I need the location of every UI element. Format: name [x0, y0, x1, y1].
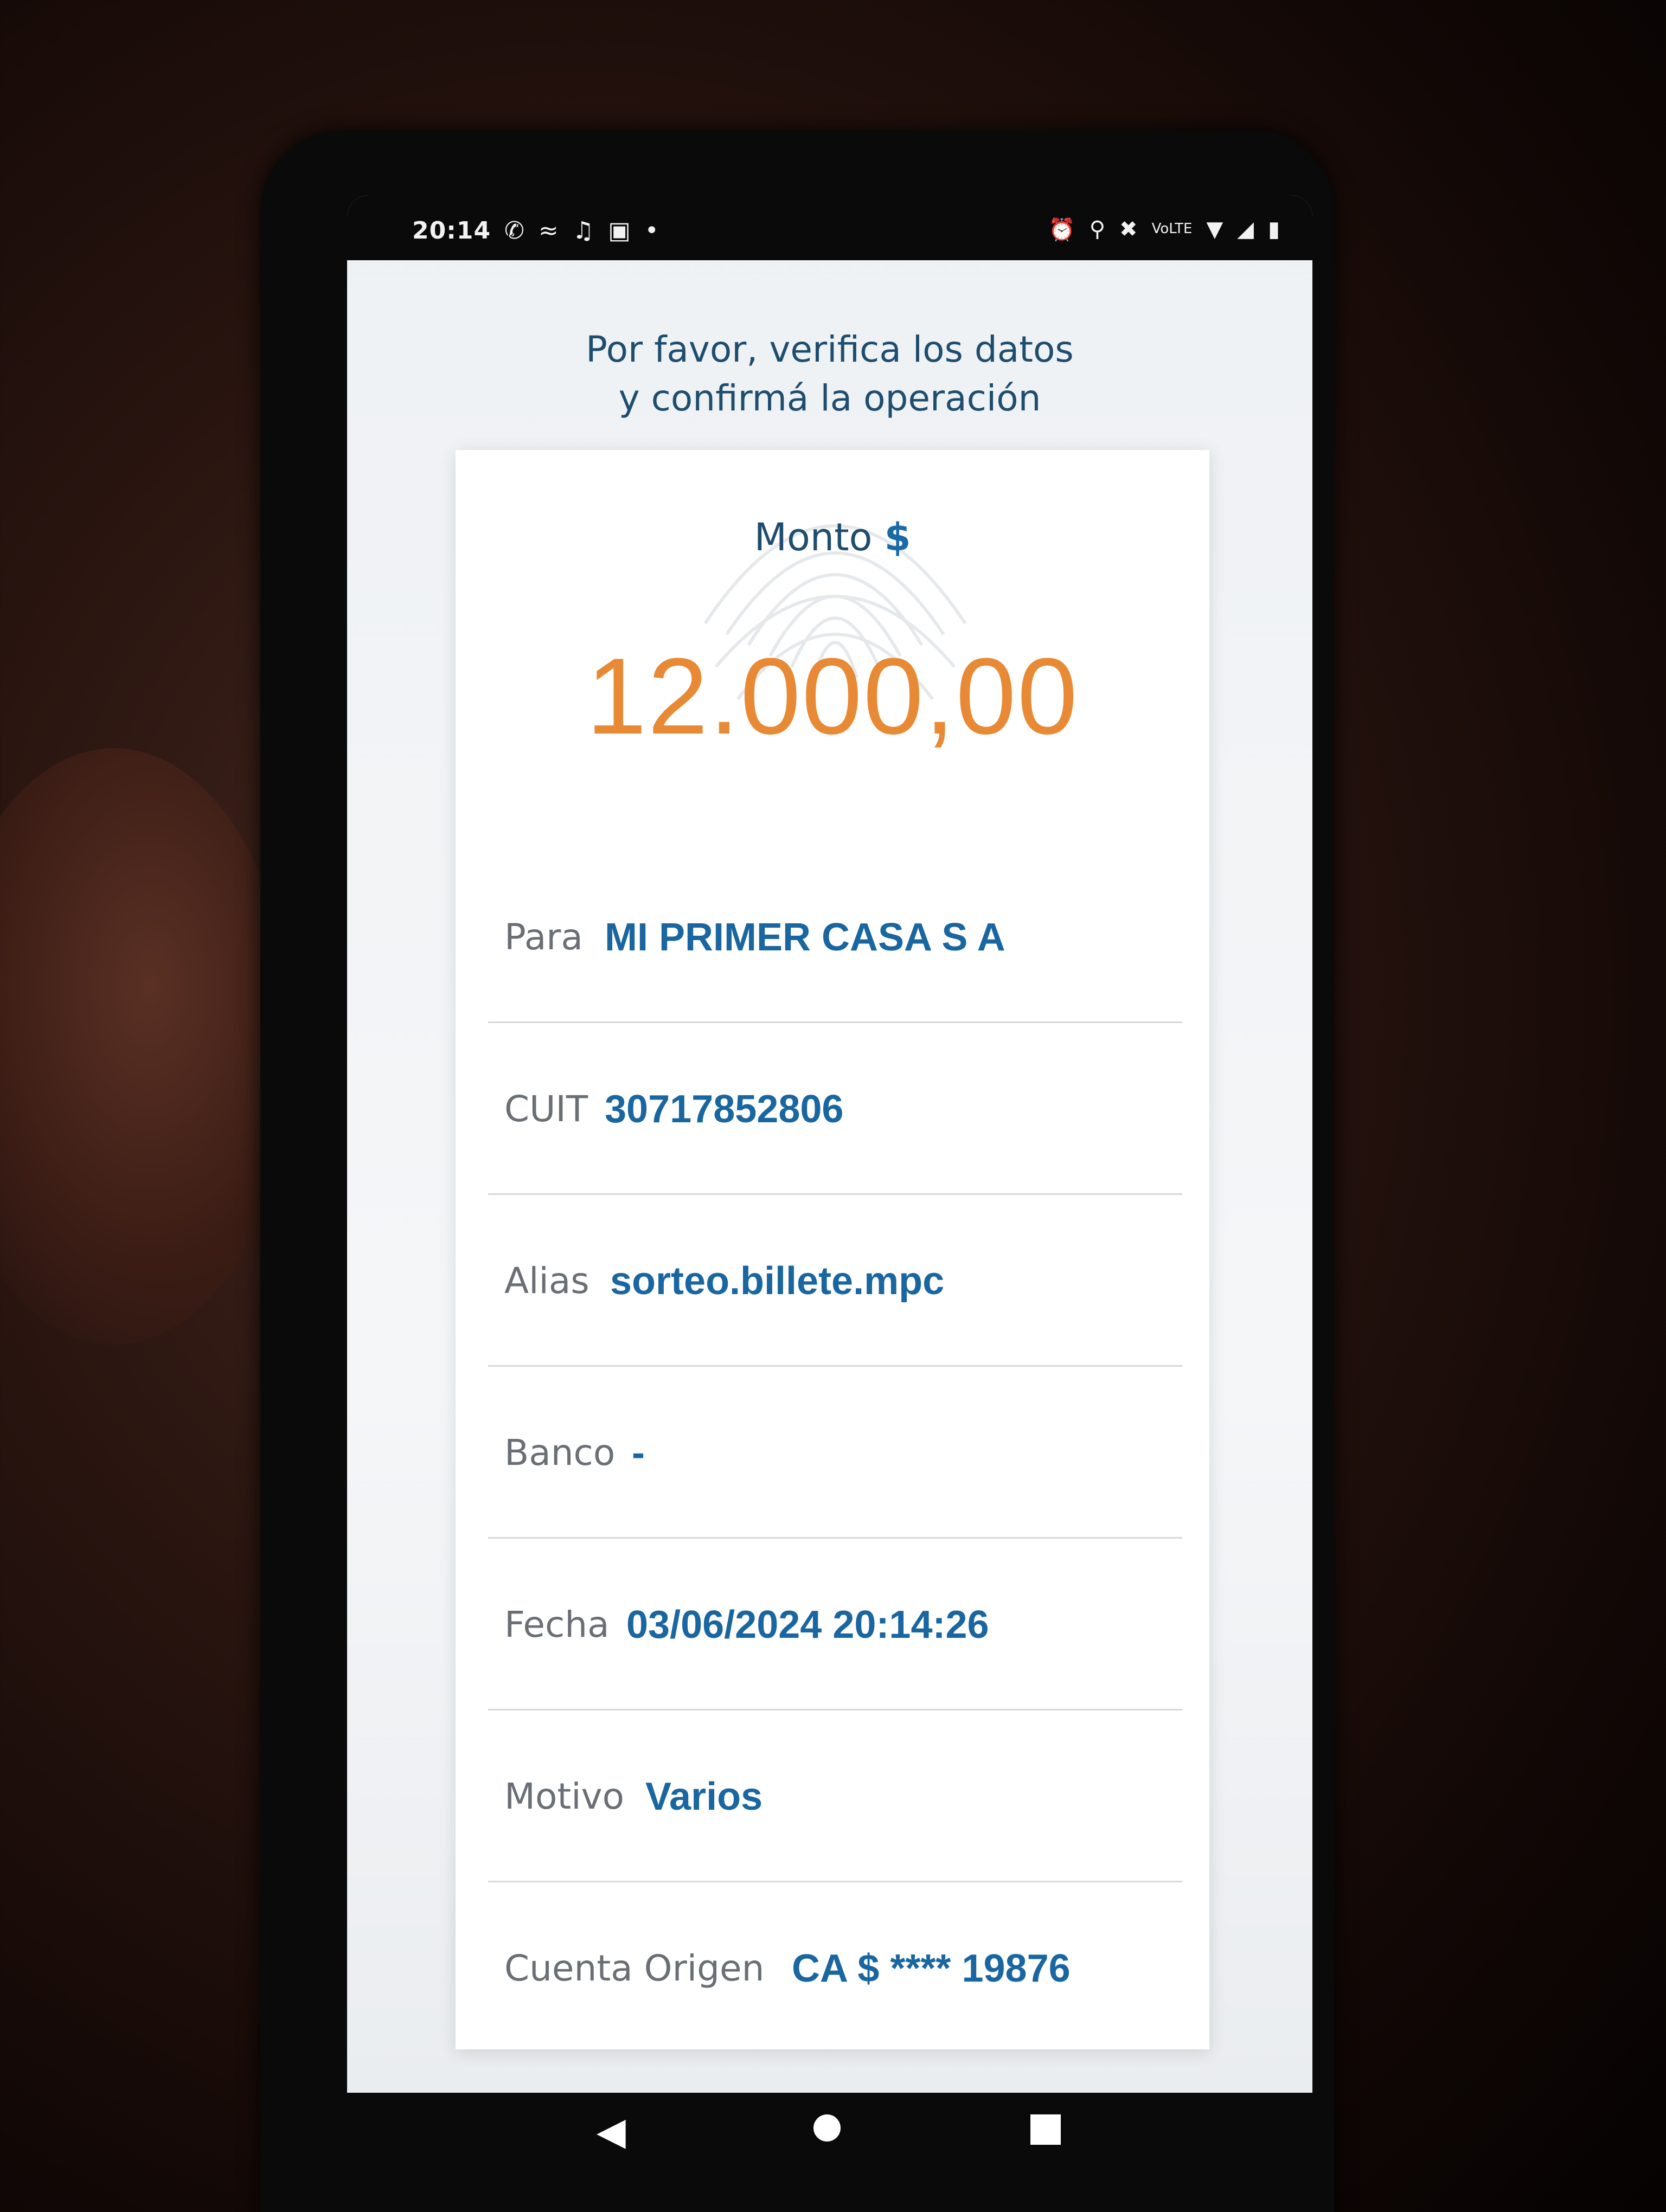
u-app-icon: ▣ [608, 217, 631, 245]
transfer-summary-card: Monto $ 12.000,00 Para MI PRIMER CASA S … [456, 450, 1209, 2049]
amount-label-text: Monto [754, 515, 873, 560]
detail-row-alias: Alias sorteo.billete.mpc [488, 1195, 1182, 1367]
amount-currency: $ [884, 515, 911, 560]
amount-value: 12.000,00 [586, 636, 1079, 757]
prompt-line-1: Por favor, verifica los datos [586, 329, 1074, 370]
detail-value: 30717852806 [605, 1088, 844, 1131]
battery-icon: ▮ [1267, 217, 1280, 242]
wifi-icon: ▼ [1206, 217, 1223, 242]
detail-row-cuit: CUIT 30717852806 [488, 1023, 1182, 1195]
status-icons-right: ⏰ ⚲ ✖ VoLTE ▼ ◢ ▮ [1048, 217, 1280, 242]
detail-row-fecha: Fecha 03/06/2024 20:14:26 [488, 1539, 1182, 1711]
volte-icon: VoLTE [1151, 221, 1193, 237]
prompt-line-2: y confirmá la operación [618, 377, 1041, 419]
detail-label: Banco [504, 1432, 616, 1474]
phone-frame: 20:14 ✆ ≈ ♫ ▣ • ⏰ ⚲ ✖ VoLTE ▼ ◢ ▮ Por fa… [260, 130, 1334, 2212]
phone-screen: 20:14 ✆ ≈ ♫ ▣ • ⏰ ⚲ ✖ VoLTE ▼ ◢ ▮ Por fa… [347, 195, 1312, 2158]
detail-row-cuenta-origen: Cuenta Origen CA $ **** 19876 [488, 1882, 1182, 2053]
detail-row-para: Para MI PRIMER CASA S A [488, 851, 1182, 1023]
whatsapp-icon: ✆ [504, 217, 524, 245]
detail-list: Para MI PRIMER CASA S A CUIT 30717852806… [488, 851, 1182, 2053]
detail-value: 03/06/2024 20:14:26 [626, 1603, 989, 1647]
detail-row-banco: Banco - [488, 1367, 1182, 1539]
status-time: 20:14 [412, 217, 491, 245]
detail-value: MI PRIMER CASA S A [605, 916, 1005, 959]
verify-prompt: Por favor, verifica los datos y confirmá… [347, 325, 1312, 423]
hand-shadow [0, 748, 293, 1345]
alarm-icon: ⏰ [1048, 217, 1075, 242]
back-icon[interactable]: ◀ [597, 2109, 626, 2153]
detail-row-motivo: Motivo Varios [488, 1711, 1182, 1882]
tiktok-icon: ♫ [572, 217, 594, 245]
status-icons-left: ✆ ≈ ♫ ▣ • [504, 217, 659, 245]
mute-icon: ✖ [1119, 217, 1138, 242]
amount-label: Monto $ [456, 515, 1209, 560]
detail-label: Para [504, 916, 583, 958]
home-icon[interactable] [813, 2114, 841, 2142]
detail-label: Cuenta Origen [504, 1947, 765, 1989]
navigation-bar: ◀ [347, 2093, 1312, 2158]
signal-icon: ◢ [1237, 217, 1254, 242]
detail-value: Varios [645, 1775, 763, 1818]
location-icon: ⚲ [1089, 217, 1106, 242]
detail-value: sorteo.billete.mpc [610, 1259, 945, 1303]
detail-value: CA $ **** 19876 [792, 1947, 1071, 1990]
detail-label: Fecha [504, 1604, 610, 1645]
detail-label: CUIT [504, 1088, 588, 1130]
camera-notch [781, 195, 889, 244]
status-bar: 20:14 ✆ ≈ ♫ ▣ • ⏰ ⚲ ✖ VoLTE ▼ ◢ ▮ [347, 195, 1312, 260]
detail-label: Motivo [504, 1776, 624, 1817]
recent-apps-icon[interactable] [1030, 2114, 1061, 2145]
detail-value: - [632, 1431, 645, 1475]
dot-icon: • [644, 217, 659, 245]
bird-icon: ≈ [538, 217, 559, 245]
detail-label: Alias [504, 1260, 589, 1302]
